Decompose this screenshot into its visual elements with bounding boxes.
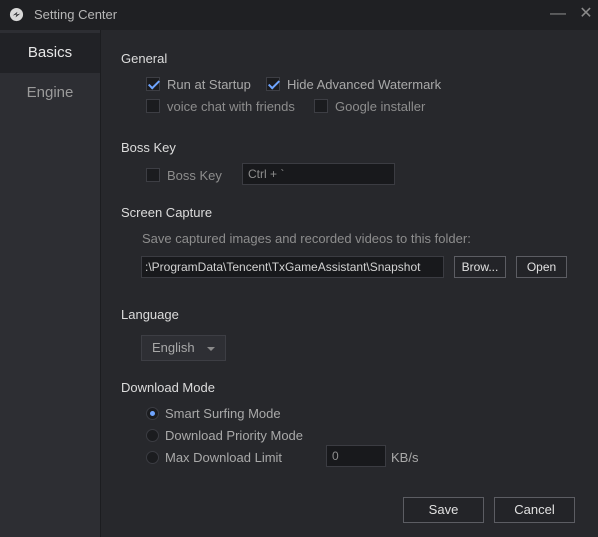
snapshot-path-field[interactable]: :\ProgramData\Tencent\TxGameAssistant\Sn…	[141, 256, 444, 278]
boss-key-label: Boss Key	[167, 168, 222, 183]
sidebar-item-engine[interactable]: Engine	[0, 73, 100, 113]
screen-capture-description: Save captured images and recorded videos…	[142, 231, 471, 246]
hide-watermark-label: Hide Advanced Watermark	[287, 77, 442, 92]
sidebar-item-basics[interactable]: Basics	[0, 33, 100, 73]
sidebar: Basics Engine	[0, 30, 101, 537]
browse-button[interactable]: Brow...	[454, 256, 506, 278]
settings-window: Setting Center — ✕ Basics Engine General…	[0, 0, 598, 537]
download-priority-radio[interactable]	[146, 429, 159, 442]
smart-surfing-radio[interactable]	[146, 407, 159, 420]
boss-key-shortcut-field[interactable]: Ctrl + `	[242, 163, 395, 185]
language-select[interactable]: English	[141, 335, 226, 361]
download-limit-unit: KB/s	[391, 450, 419, 465]
run-at-startup-label: Run at Startup	[167, 77, 251, 92]
google-installer-label: Google installer	[335, 99, 426, 114]
voice-chat-checkbox[interactable]	[146, 99, 160, 113]
smart-surfing-label: Smart Surfing Mode	[165, 406, 281, 421]
cancel-button[interactable]: Cancel	[494, 497, 575, 523]
language-section-title: Language	[121, 307, 179, 322]
screen-capture-section-title: Screen Capture	[121, 205, 213, 220]
save-button[interactable]: Save	[403, 497, 484, 523]
chevron-down-icon	[207, 347, 215, 351]
voice-chat-label: voice chat with friends	[167, 99, 295, 114]
max-download-limit-radio[interactable]	[146, 451, 159, 464]
google-installer-checkbox[interactable]	[314, 99, 328, 113]
hide-watermark-checkbox[interactable]	[266, 77, 280, 91]
max-download-limit-label: Max Download Limit	[165, 450, 283, 465]
title-bar: Setting Center — ✕	[0, 0, 598, 30]
boss-key-section-title: Boss Key	[121, 140, 176, 155]
download-priority-label: Download Priority Mode	[165, 428, 304, 443]
close-icon[interactable]: ✕	[576, 4, 596, 24]
download-limit-input[interactable]: 0	[326, 445, 386, 467]
boss-key-checkbox[interactable]	[146, 168, 160, 182]
general-section-title: General	[121, 51, 168, 66]
language-selected-value: English	[152, 340, 195, 355]
app-logo-icon	[9, 7, 24, 22]
window-title: Setting Center	[34, 7, 118, 22]
run-at-startup-checkbox[interactable]	[146, 77, 160, 91]
minimize-icon[interactable]: —	[548, 4, 568, 24]
open-folder-button[interactable]: Open	[516, 256, 567, 278]
download-mode-section-title: Download Mode	[121, 380, 215, 395]
